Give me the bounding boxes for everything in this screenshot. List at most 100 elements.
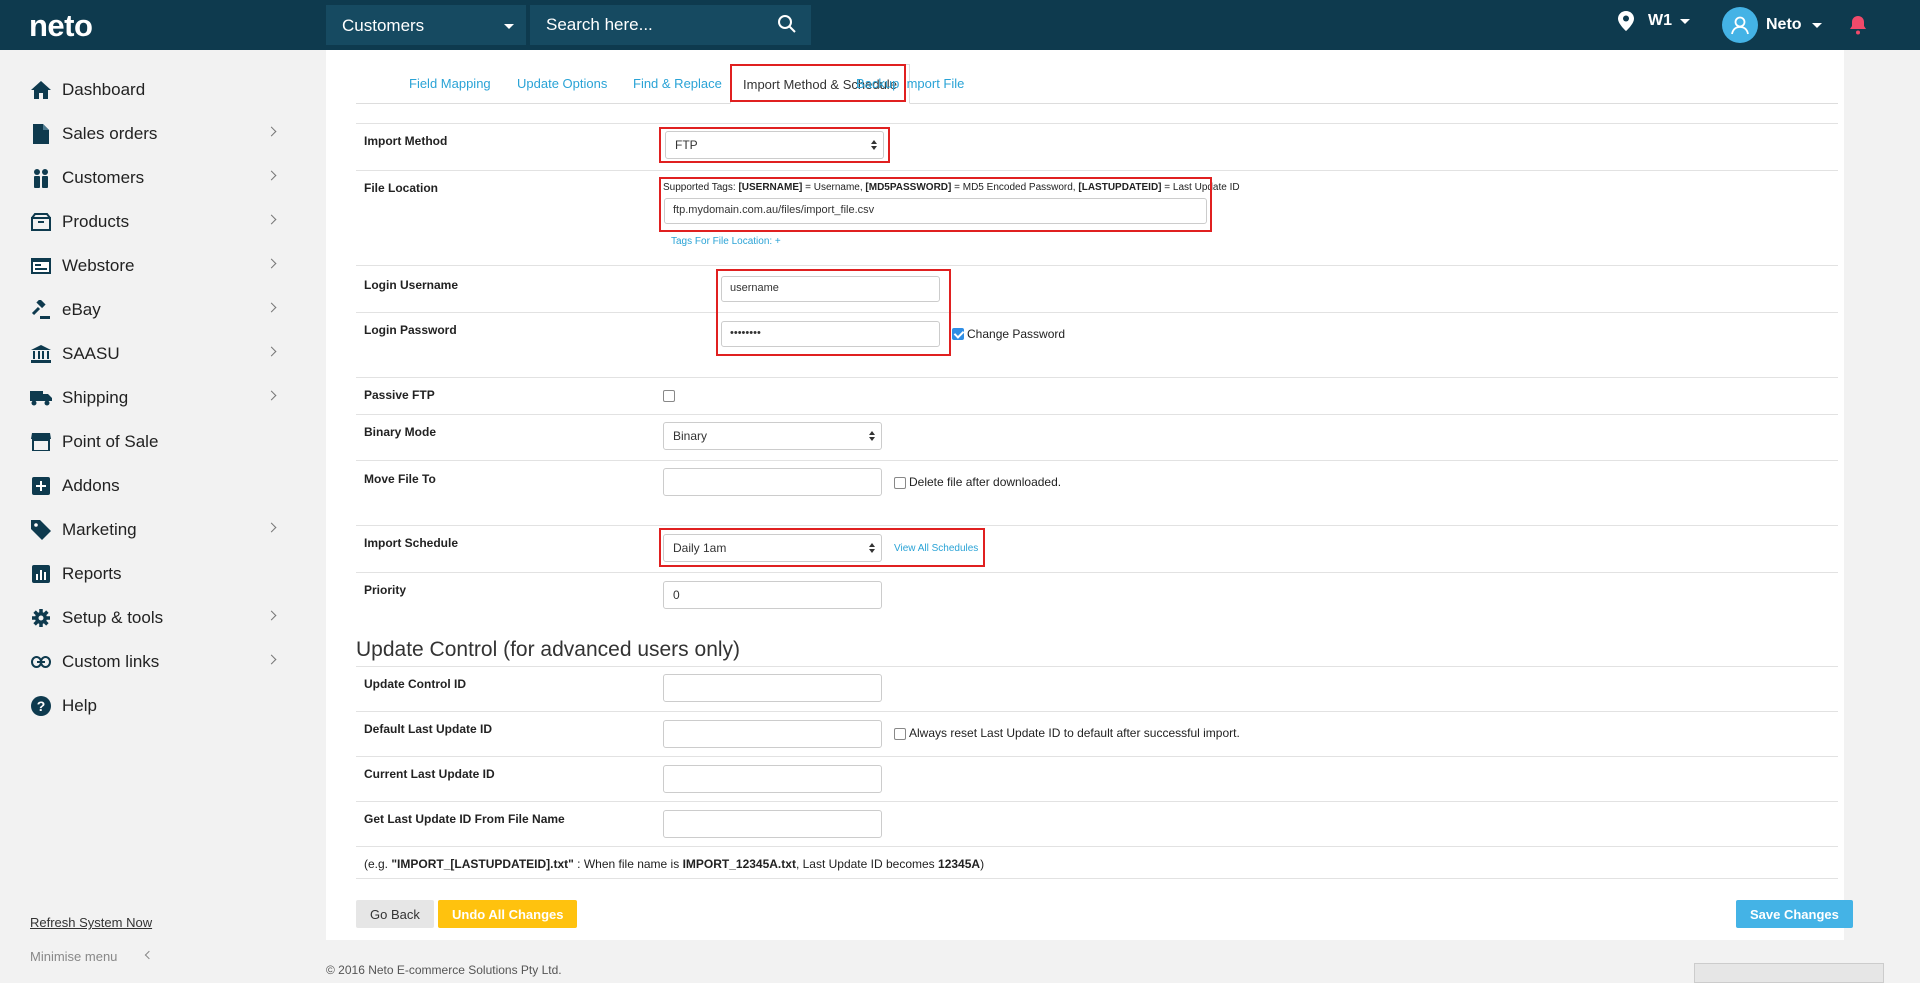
sidebar-item-webstore[interactable]: Webstore: [30, 251, 277, 281]
always-reset-checkbox[interactable]: [894, 728, 906, 740]
user-icon: [1731, 16, 1749, 35]
update-control-id-input[interactable]: [663, 674, 882, 702]
import-method-label: Import Method: [364, 134, 448, 148]
tab-field-mapping[interactable]: Field Mapping: [409, 76, 491, 91]
plus-square-icon: [30, 475, 52, 497]
get-last-update-id-from-file-label: Get Last Update ID From File Name: [364, 812, 565, 826]
chevron-right-icon: [266, 610, 277, 621]
sidebar-item-saasu[interactable]: SAASU: [30, 339, 277, 369]
undo-all-changes-button[interactable]: Undo All Changes: [438, 900, 578, 928]
sidebar-item-products[interactable]: Products: [30, 207, 277, 237]
tab-backup-import-file[interactable]: Backup Import File: [856, 76, 964, 91]
current-last-update-id-input[interactable]: [663, 765, 882, 793]
tags-for-file-location-link[interactable]: Tags For File Location: +: [671, 236, 781, 247]
document-icon: [30, 123, 52, 145]
neto-logo[interactable]: neto: [29, 8, 93, 44]
passive-ftp-checkbox[interactable]: [663, 390, 675, 402]
row-divider: [356, 756, 1838, 757]
corner-thumbnail: [1694, 963, 1884, 983]
import-method-select[interactable]: FTP: [665, 131, 884, 159]
tab-update-options[interactable]: Update Options: [517, 76, 607, 91]
bell-icon[interactable]: [1849, 15, 1867, 35]
sidebar-item-setup-tools[interactable]: Setup & tools: [30, 603, 277, 633]
sidebar-item-reports[interactable]: Reports: [30, 559, 275, 589]
delete-file-label: Delete file after downloaded.: [909, 475, 1062, 489]
chevron-left-icon: [144, 950, 154, 960]
avatar: [1722, 7, 1758, 43]
copyright-text: © 2016 Neto E-commerce Solutions Pty Ltd…: [326, 963, 562, 977]
sidebar-item-label: Shipping: [62, 388, 129, 407]
import-schedule-select[interactable]: Daily 1am: [663, 534, 882, 562]
get-last-update-id-from-file-input[interactable]: [663, 810, 882, 838]
sidebar-item-shipping[interactable]: Shipping: [30, 383, 277, 413]
file-location-input[interactable]: ftp.mydomain.com.au/files/import_file.cs…: [664, 198, 1207, 224]
sidebar-item-sales-orders[interactable]: Sales orders: [30, 119, 277, 149]
priority-value: 0: [673, 588, 680, 602]
row-divider: [356, 312, 1838, 313]
sidebar-item-customers[interactable]: Customers: [30, 163, 277, 193]
change-password-checkbox[interactable]: [952, 328, 964, 340]
login-username-label: Login Username: [364, 278, 459, 292]
sidebar-item-label: Webstore: [62, 256, 135, 275]
row-divider: [356, 801, 1838, 802]
supported-tags-prefix: Supported Tags:: [663, 182, 739, 193]
login-username-input[interactable]: username: [721, 276, 940, 302]
row-divider: [356, 377, 1838, 378]
sidebar-item-addons[interactable]: Addons: [30, 471, 275, 501]
tab-find-replace[interactable]: Find & Replace: [633, 76, 722, 91]
row-divider: [356, 711, 1838, 712]
binary-mode-select[interactable]: Binary: [663, 422, 882, 450]
example-suffix: ): [980, 857, 985, 871]
link-icon: [30, 651, 52, 673]
chevron-down-icon: [504, 24, 514, 29]
delete-file-checkbox[interactable]: [894, 477, 906, 489]
file-location-label: File Location: [364, 181, 439, 195]
sidebar-item-help[interactable]: ? Help: [30, 691, 275, 721]
location-selector[interactable]: W1: [1618, 11, 1690, 31]
move-file-to-label: Move File To: [364, 472, 436, 486]
tag-md5password-desc: = MD5 Encoded Password,: [951, 182, 1079, 193]
search-icon[interactable]: [777, 14, 797, 34]
binary-mode-label: Binary Mode: [364, 425, 437, 439]
import-schedule-value: Daily 1am: [673, 541, 727, 555]
sidebar-item-label: eBay: [62, 300, 101, 319]
sidebar-item-custom-links[interactable]: Custom links: [30, 647, 277, 677]
default-last-update-id-input[interactable]: [663, 720, 882, 748]
user-menu[interactable]: Neto: [1722, 7, 1822, 43]
binary-mode-value: Binary: [673, 429, 708, 443]
default-last-update-id-label: Default Last Update ID: [364, 722, 493, 736]
tab-bar: Field Mapping Update Options Find & Repl…: [356, 62, 1838, 104]
go-back-button[interactable]: Go Back: [356, 900, 434, 928]
search-input[interactable]: Search here...: [530, 5, 811, 45]
priority-label: Priority: [364, 583, 407, 597]
view-all-schedules-link[interactable]: View All Schedules: [894, 543, 978, 554]
update-control-id-label: Update Control ID: [364, 677, 466, 691]
sidebar-item-marketing[interactable]: Marketing: [30, 515, 277, 545]
refresh-system-link[interactable]: Refresh System Now: [30, 915, 152, 930]
chevron-right-icon: [266, 126, 277, 137]
gavel-icon: [30, 299, 52, 321]
always-reset-label: Always reset Last Update ID to default a…: [909, 726, 1240, 740]
save-changes-button[interactable]: Save Changes: [1736, 900, 1853, 928]
login-username-value: username: [730, 282, 779, 294]
login-password-input[interactable]: ••••••••: [721, 321, 940, 347]
people-icon: [30, 167, 52, 189]
truck-icon: [30, 387, 52, 409]
login-password-value: ••••••••: [730, 327, 761, 339]
minimise-menu-button[interactable]: Minimise menu: [30, 949, 154, 964]
sidebar-item-ebay[interactable]: eBay: [30, 295, 277, 325]
move-file-to-input[interactable]: [663, 468, 882, 496]
chevron-right-icon: [266, 214, 277, 225]
module-dropdown[interactable]: Customers: [326, 5, 526, 45]
sidebar-item-label: Marketing: [62, 520, 137, 539]
module-dropdown-label: Customers: [342, 16, 425, 35]
row-divider: [356, 572, 1838, 573]
chevron-right-icon: [266, 346, 277, 357]
priority-input[interactable]: 0: [663, 581, 882, 609]
sidebar-item-label: SAASU: [62, 344, 120, 363]
chevron-right-icon: [266, 654, 277, 665]
box-icon: [30, 211, 52, 233]
sidebar-item-point-of-sale[interactable]: Point of Sale: [30, 427, 275, 457]
sidebar-item-dashboard[interactable]: Dashboard: [30, 75, 275, 105]
select-arrows-icon: [869, 431, 875, 441]
